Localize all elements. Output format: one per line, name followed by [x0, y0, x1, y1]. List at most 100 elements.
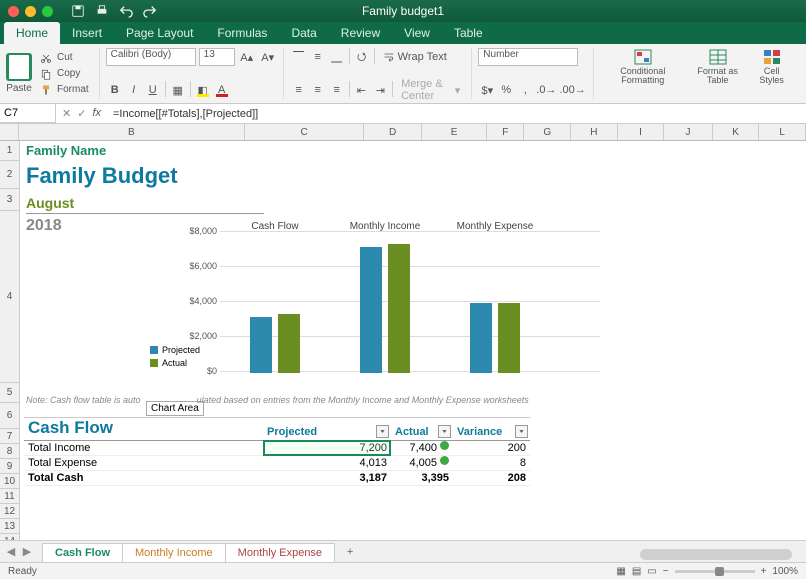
percent-button[interactable]: %: [497, 81, 515, 99]
font-color-button[interactable]: A: [213, 81, 231, 99]
fill-color-button[interactable]: ◧: [194, 81, 212, 99]
col-header-J[interactable]: J: [664, 124, 712, 140]
cell-variance[interactable]: 208: [453, 471, 530, 485]
print-icon[interactable]: [95, 4, 109, 18]
select-all-corner[interactable]: [0, 124, 19, 140]
col-header-L[interactable]: L: [759, 124, 806, 140]
number-format-select[interactable]: Number: [478, 48, 578, 66]
view-break-icon[interactable]: ▭: [647, 566, 656, 577]
view-normal-icon[interactable]: ▦: [616, 566, 625, 577]
undo-icon[interactable]: [119, 4, 133, 18]
cell-variance[interactable]: 200: [453, 441, 530, 455]
sheet-tab-expense[interactable]: Monthly Expense: [225, 543, 335, 562]
row-header-2[interactable]: 2: [0, 161, 19, 189]
col-header-C[interactable]: C: [245, 124, 364, 140]
wrap-text-button[interactable]: Wrap Text: [378, 48, 452, 66]
horizontal-scrollbar[interactable]: [626, 547, 806, 562]
cell-variance[interactable]: 8: [453, 456, 530, 470]
align-top-button[interactable]: ⎺: [290, 48, 308, 66]
add-sheet-button[interactable]: +: [340, 546, 360, 558]
row-header-8[interactable]: 8: [0, 444, 19, 459]
ribbon-tab-view[interactable]: View: [392, 22, 442, 44]
underline-button[interactable]: U: [144, 81, 162, 99]
minimize-icon[interactable]: [25, 6, 36, 17]
col-header-I[interactable]: I: [618, 124, 665, 140]
decrease-font-button[interactable]: A▾: [259, 48, 277, 66]
zoom-out-button[interactable]: −: [663, 566, 669, 577]
ribbon-tab-page-layout[interactable]: Page Layout: [114, 22, 205, 44]
sheet-tab-cashflow[interactable]: Cash Flow: [42, 543, 123, 563]
filter-icon[interactable]: [515, 425, 528, 438]
format-as-table-button[interactable]: Format as Table: [686, 48, 750, 99]
increase-decimal-button[interactable]: .0→: [535, 81, 557, 99]
merge-center-button[interactable]: Merge & Center ▾: [396, 81, 465, 99]
ribbon-tab-table[interactable]: Table: [442, 22, 495, 44]
align-center-button[interactable]: ≡: [309, 81, 327, 99]
worksheet-grid[interactable]: 1234567891011121314 Family Name Family B…: [0, 141, 806, 541]
row-header-11[interactable]: 11: [0, 489, 19, 504]
format-painter-button[interactable]: Format: [38, 82, 93, 97]
save-icon[interactable]: [71, 4, 85, 18]
sheet-next-icon[interactable]: ▶: [20, 545, 34, 558]
col-header-F[interactable]: F: [487, 124, 524, 140]
filter-icon[interactable]: [438, 425, 451, 438]
row-header-7[interactable]: 7: [0, 429, 19, 444]
paste-button[interactable]: Paste: [6, 53, 32, 94]
sheet-prev-icon[interactable]: ◀: [4, 545, 18, 558]
increase-font-button[interactable]: A▴: [238, 48, 256, 66]
row-header-5[interactable]: 5: [0, 383, 19, 403]
cell-actual[interactable]: 3,395: [391, 471, 453, 485]
cells-area[interactable]: Family Name Family Budget August 2018 Pr…: [20, 141, 806, 541]
row-header-10[interactable]: 10: [0, 474, 19, 489]
decrease-indent-button[interactable]: ⇤: [352, 81, 370, 99]
increase-indent-button[interactable]: ⇥: [371, 81, 389, 99]
col-projected[interactable]: Projected: [263, 418, 391, 440]
col-header-G[interactable]: G: [524, 124, 571, 140]
font-size-select[interactable]: 13: [199, 48, 235, 66]
font-name-select[interactable]: Calibri (Body): [106, 48, 196, 66]
align-right-button[interactable]: ≡: [328, 81, 346, 99]
bold-button[interactable]: B: [106, 81, 124, 99]
row-header-4[interactable]: 4: [0, 211, 19, 383]
cell-actual[interactable]: 7,400: [391, 441, 453, 455]
col-variance[interactable]: Variance: [453, 418, 530, 440]
col-header-E[interactable]: E: [422, 124, 487, 140]
ribbon-tab-data[interactable]: Data: [279, 22, 328, 44]
enter-formula-icon[interactable]: ✓: [77, 107, 86, 120]
cancel-formula-icon[interactable]: ✕: [62, 107, 71, 120]
row-header-12[interactable]: 12: [0, 504, 19, 519]
name-box[interactable]: C7: [0, 104, 56, 123]
ribbon-tab-review[interactable]: Review: [329, 22, 392, 44]
col-header-H[interactable]: H: [571, 124, 618, 140]
sheet-tab-income[interactable]: Monthly Income: [122, 543, 226, 562]
maximize-icon[interactable]: [42, 6, 53, 17]
col-header-K[interactable]: K: [713, 124, 760, 140]
cell-projected[interactable]: 3,187: [263, 471, 391, 485]
conditional-formatting-button[interactable]: Conditional Formatting: [600, 48, 686, 99]
filter-icon[interactable]: [376, 425, 389, 438]
zoom-slider[interactable]: [675, 570, 755, 573]
row-header-13[interactable]: 13: [0, 519, 19, 534]
row-header-1[interactable]: 1: [0, 141, 19, 161]
align-bottom-button[interactable]: ⎽: [328, 48, 346, 66]
decrease-decimal-button[interactable]: .00→: [558, 81, 586, 99]
col-header-B[interactable]: B: [19, 124, 245, 140]
copy-button[interactable]: Copy: [38, 66, 93, 81]
col-actual[interactable]: Actual: [391, 418, 453, 440]
border-button[interactable]: ▦: [169, 81, 187, 99]
row-header-3[interactable]: 3: [0, 189, 19, 211]
chart[interactable]: Projected Actual $0$2,000$4,000$6,000$8,…: [130, 217, 610, 387]
zoom-in-button[interactable]: +: [761, 566, 767, 577]
ribbon-tab-formulas[interactable]: Formulas: [205, 22, 279, 44]
formula-input[interactable]: =Income[[#Totals],[Projected]]: [107, 108, 806, 120]
cell-actual[interactable]: 4,005: [391, 456, 453, 470]
orientation-button[interactable]: ⭯: [353, 48, 371, 66]
cell-projected[interactable]: 4,013: [263, 456, 391, 470]
ribbon-tab-home[interactable]: Home: [4, 22, 60, 44]
close-icon[interactable]: [8, 6, 19, 17]
align-middle-button[interactable]: ≡: [309, 48, 327, 66]
italic-button[interactable]: I: [125, 81, 143, 99]
row-header-6[interactable]: 6: [0, 403, 19, 429]
col-header-D[interactable]: D: [364, 124, 422, 140]
cell-styles-button[interactable]: Cell Styles: [749, 48, 794, 99]
